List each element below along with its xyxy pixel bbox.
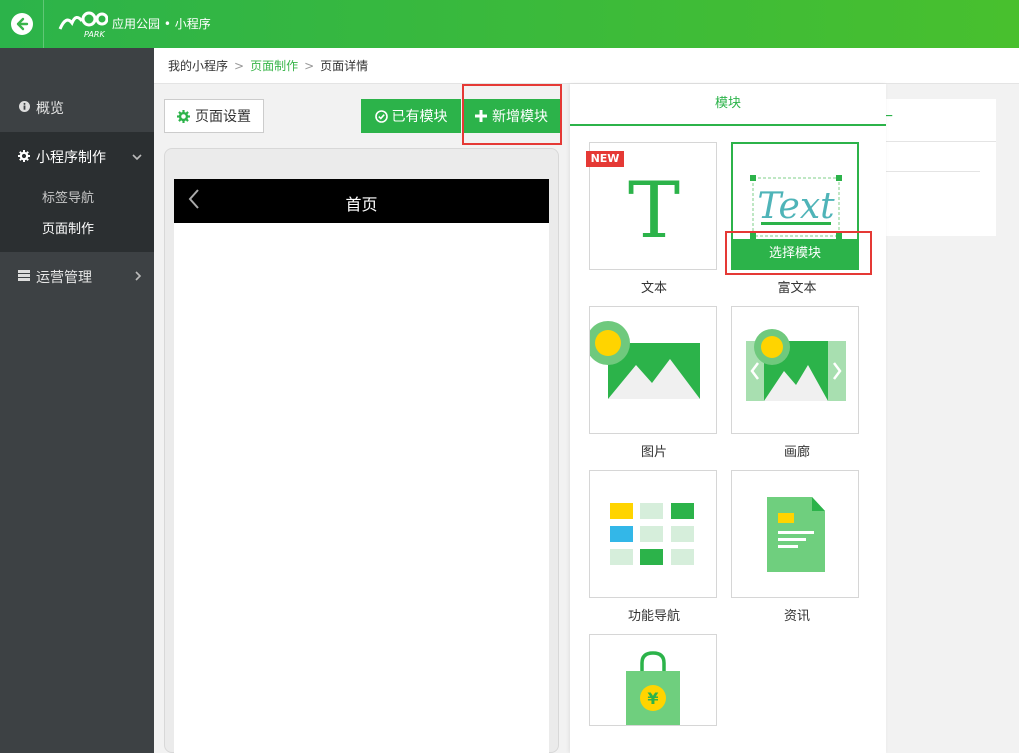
gear-icon	[177, 109, 190, 123]
highlight-frame	[725, 231, 872, 275]
sidebar-item-label: 小程序制作	[36, 150, 106, 166]
sidebar: 概览 小程序制作 标签导航 页面制作 运营管理	[0, 48, 154, 753]
sidebar-subitem-page-make[interactable]: 页面制作	[42, 218, 94, 237]
chevron-right-icon	[135, 270, 142, 284]
breadcrumb-item[interactable]: 页面制作	[250, 57, 298, 74]
sidebar-item-label: 概览	[36, 101, 64, 117]
breadcrumb-separator-icon: >	[234, 58, 245, 73]
module-tile-news[interactable]	[731, 470, 859, 598]
phone-nav-bar: 首页	[174, 179, 549, 223]
shopping-bag-icon: ¥	[626, 651, 680, 725]
back-button[interactable]	[0, 0, 44, 48]
existing-modules-label: 已有模块	[391, 109, 448, 125]
module-tile-image[interactable]	[589, 306, 717, 434]
gallery-icon	[746, 329, 846, 401]
svg-text:PARK: PARK	[84, 30, 105, 39]
sidebar-item-mini-program[interactable]: 小程序制作	[0, 147, 154, 167]
app-title: 应用公园 • 小程序	[112, 17, 211, 31]
page-settings-label: 页面设置	[195, 109, 251, 125]
svg-text:T: T	[628, 166, 680, 256]
module-tile-shop[interactable]: ¥	[589, 634, 717, 726]
gear-icon	[16, 149, 32, 165]
image-icon	[590, 321, 700, 399]
svg-text:¥: ¥	[647, 689, 658, 708]
divider	[886, 171, 980, 172]
property-panel: ⌐	[882, 99, 996, 236]
module-label: 功能导航	[627, 609, 680, 624]
grid-nav-icon	[610, 503, 694, 565]
sidebar-item-label: 运营管理	[36, 270, 92, 286]
breadcrumb-item-current: 页面详情	[320, 59, 369, 73]
tab-modules[interactable]: 模块	[570, 84, 886, 126]
top-bar: PARK 应用公园 • 小程序	[0, 0, 1019, 48]
phone-page-title: 首页	[345, 195, 378, 214]
document-icon	[767, 497, 825, 572]
sidebar-item-operations[interactable]: 运营管理	[0, 267, 154, 287]
module-label: 图片	[640, 445, 667, 460]
svg-text:Text: Text	[757, 186, 835, 227]
breadcrumb: 我的小程序 > 页面制作 > 页面详情	[154, 48, 1019, 84]
highlight-frame	[462, 84, 562, 145]
module-label: 文本	[640, 281, 667, 296]
page-settings-button[interactable]: 页面设置	[164, 99, 264, 133]
info-icon	[16, 101, 32, 115]
check-circle-icon	[374, 109, 388, 123]
module-label: 画廊	[783, 445, 810, 460]
list-icon	[16, 270, 32, 284]
phone-screen	[174, 179, 549, 753]
divider	[886, 141, 996, 142]
app-logo: PARK	[58, 9, 109, 39]
module-tile-gallery[interactable]	[731, 306, 859, 434]
new-badge: NEW	[586, 151, 624, 167]
sidebar-item-overview[interactable]: 概览	[0, 98, 154, 118]
chevron-down-icon	[132, 150, 142, 164]
back-arrow-icon	[10, 13, 33, 35]
existing-modules-button[interactable]: 已有模块	[361, 99, 461, 133]
breadcrumb-separator-icon: >	[304, 58, 315, 73]
module-label: 资讯	[783, 609, 810, 624]
module-label: 富文本	[777, 281, 817, 296]
module-tile-function-nav[interactable]	[589, 470, 717, 598]
breadcrumb-item[interactable]: 我的小程序	[168, 57, 228, 74]
sidebar-subitem-tab-nav[interactable]: 标签导航	[42, 187, 94, 206]
